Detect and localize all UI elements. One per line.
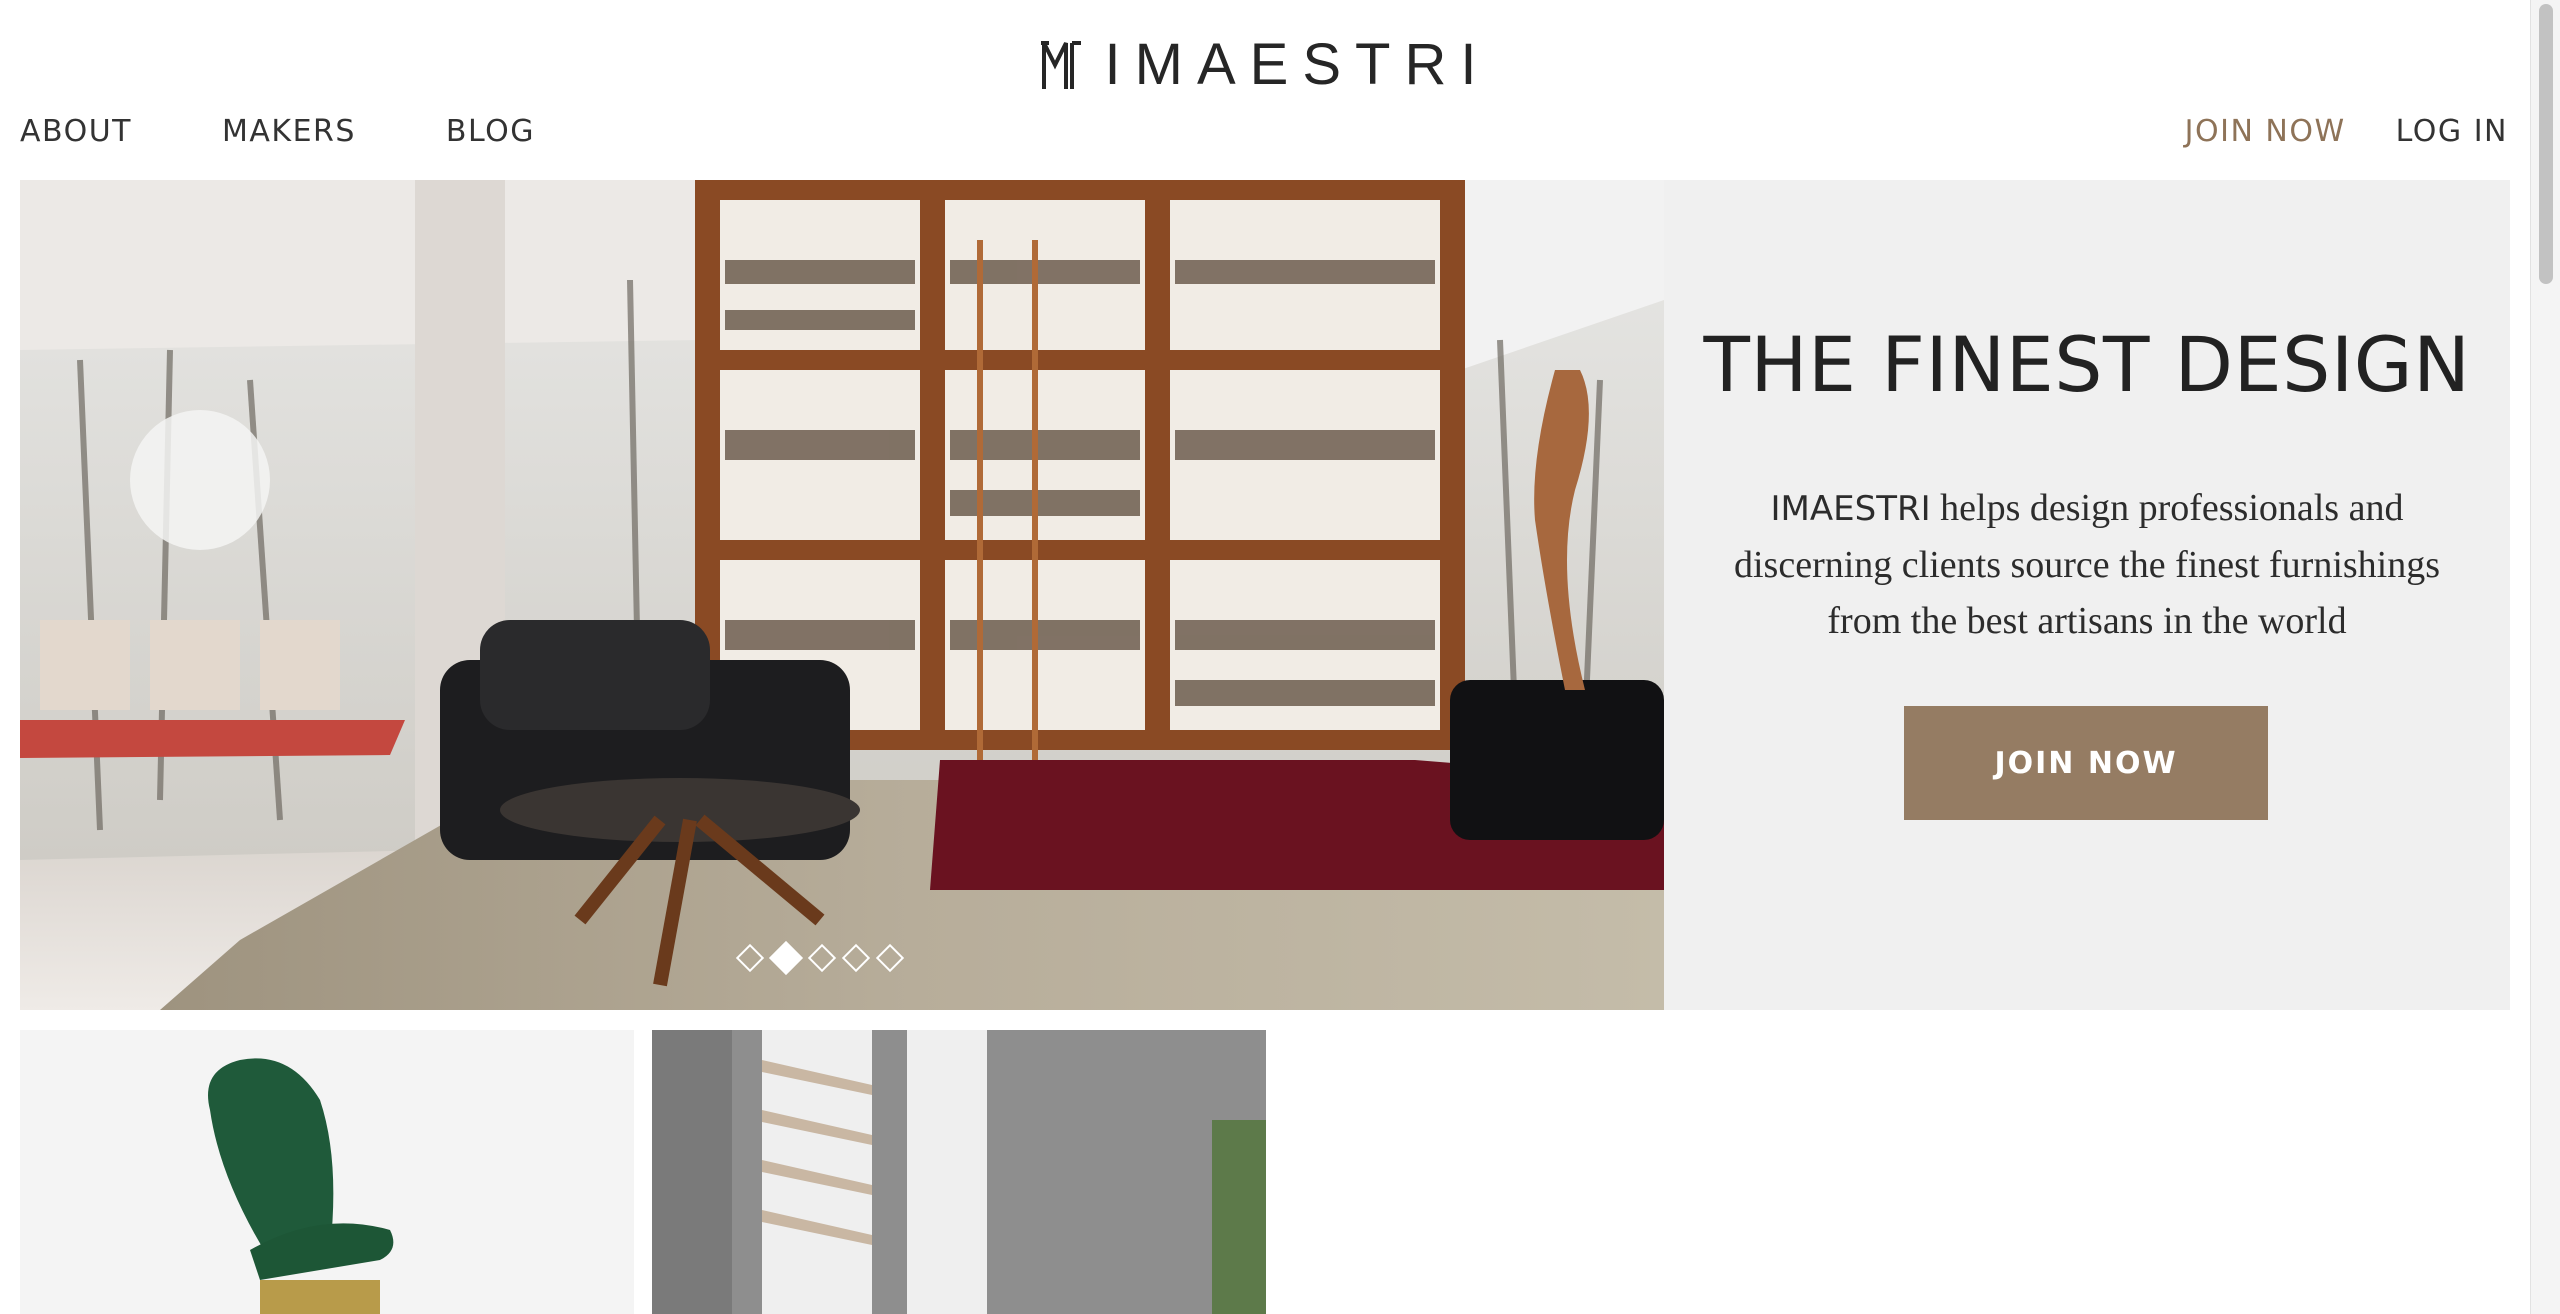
green-chair-image (208, 1058, 394, 1314)
nav-join-now[interactable]: JOIN NOW (2185, 112, 2346, 152)
hero-description: IMAESTRI helps design professionals and … (1734, 480, 2440, 649)
living-room-photo (20, 180, 1664, 1010)
hero-join-now-button[interactable]: JOIN NOW (1904, 706, 2268, 820)
logo-monogram-icon (1040, 41, 1081, 89)
hero-carousel: THE FINEST DESIGN IMAESTRI helps design … (20, 180, 2510, 1010)
site-logo[interactable]: IMAESTRI (0, 36, 2531, 94)
hero-slide-image (20, 180, 1664, 1010)
product-tile-radiator[interactable] (652, 1030, 1266, 1314)
main-nav: ABOUT MAKERS BLOG (20, 112, 535, 152)
hero-title: THE FINEST DESIGN (1703, 320, 2471, 409)
nav-log-in[interactable]: LOG IN (2396, 112, 2508, 152)
scrollbar-thumb[interactable] (2539, 4, 2553, 284)
carousel-dot-5[interactable] (875, 943, 905, 973)
carousel-dots (735, 941, 905, 975)
wall-radiator-image (652, 1030, 1266, 1314)
carousel-dot-3[interactable] (807, 943, 837, 973)
logo-text: IMAESTRI (1104, 32, 1491, 97)
carousel-dot-4[interactable] (841, 943, 871, 973)
nav-blog[interactable]: BLOG (446, 112, 535, 152)
account-nav: JOIN NOW LOG IN (2185, 112, 2508, 152)
nav-makers[interactable]: MAKERS (222, 112, 356, 152)
nav-about[interactable]: ABOUT (20, 112, 132, 152)
carousel-dot-2[interactable] (769, 941, 803, 975)
page-scrollbar[interactable] (2530, 0, 2560, 1314)
carousel-dot-1[interactable] (735, 943, 765, 973)
hero-brand: IMAESTRI (1770, 489, 1931, 529)
hero-text-panel: THE FINEST DESIGN IMAESTRI helps design … (1664, 180, 2510, 1010)
product-tile-chair[interactable] (20, 1030, 634, 1314)
